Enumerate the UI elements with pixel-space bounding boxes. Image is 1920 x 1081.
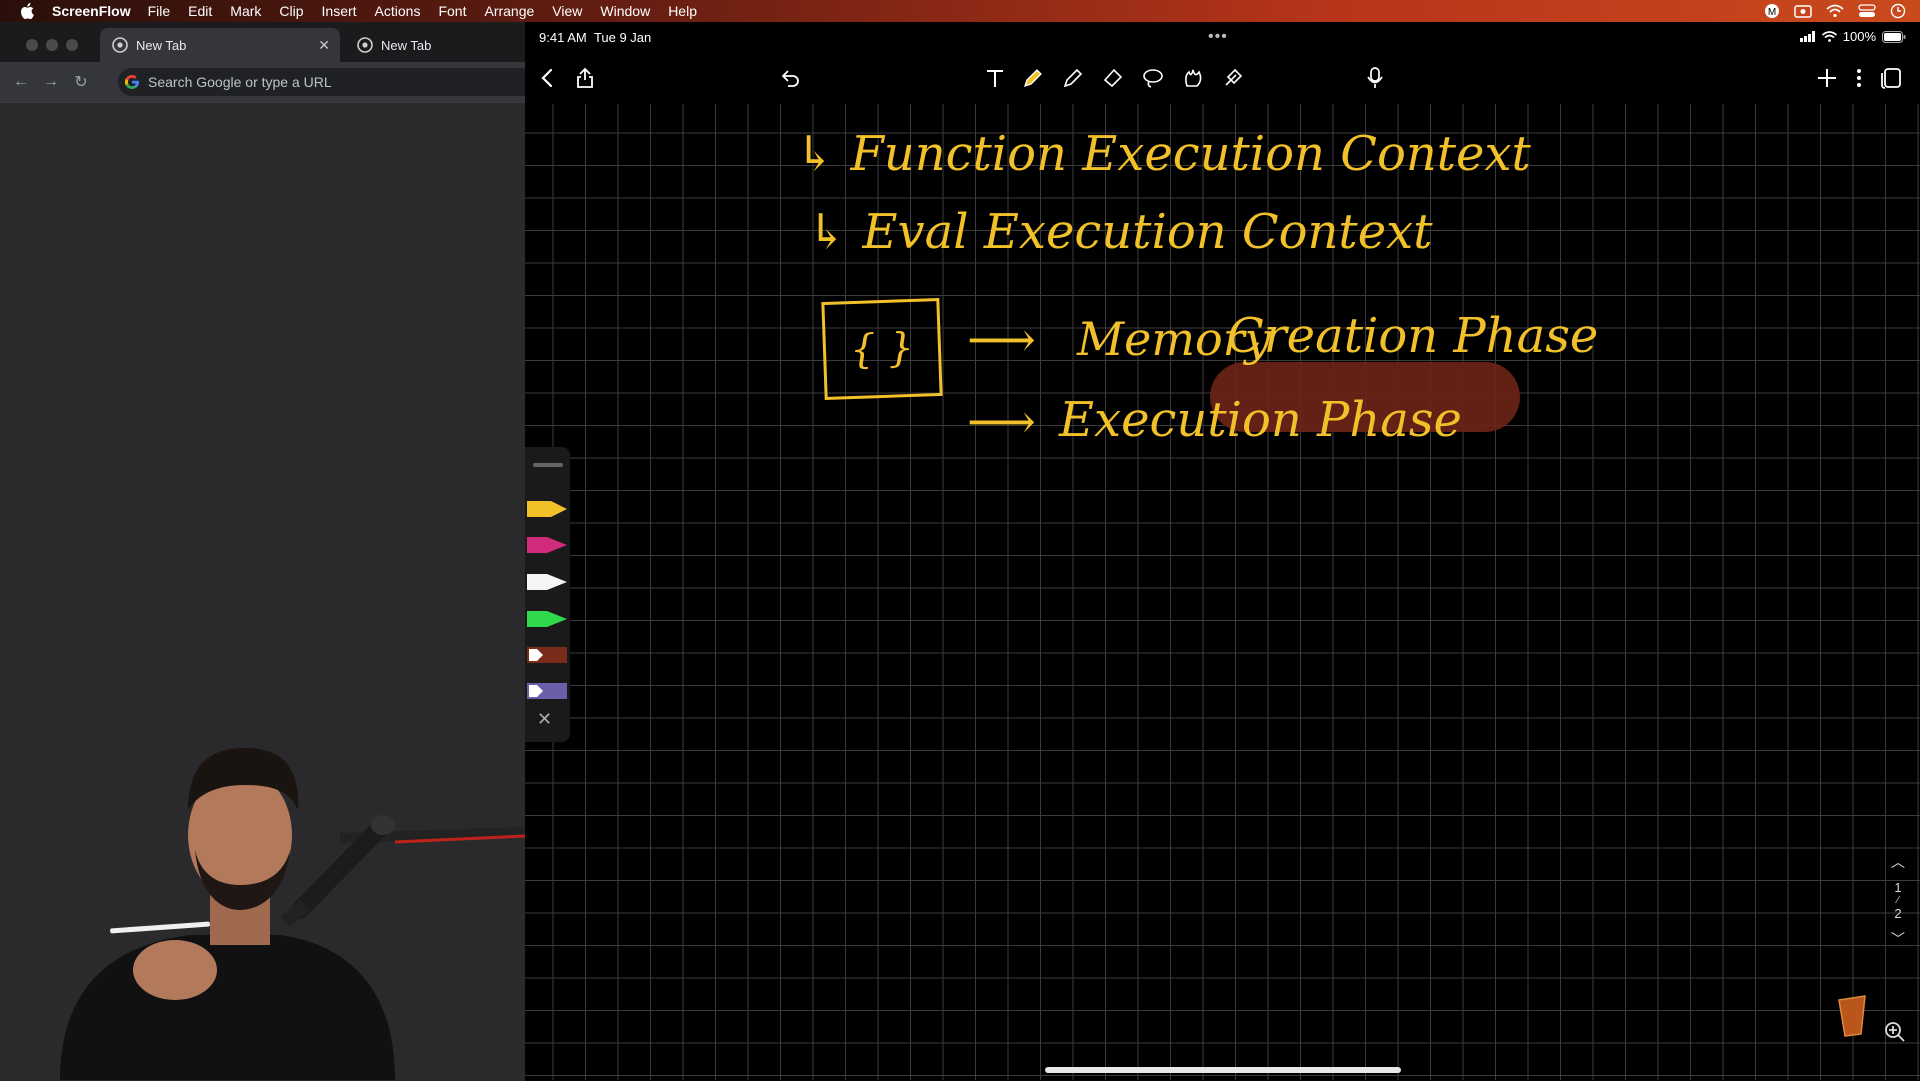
note-creation-phase: Creation Phase: [1227, 308, 1599, 364]
wifi-icon[interactable]: [1826, 4, 1844, 18]
clear-cup-icon[interactable]: [1835, 994, 1869, 1038]
back-icon[interactable]: [533, 64, 561, 92]
svg-text:M: M: [1768, 7, 1776, 18]
page-thumbnails-icon[interactable]: [1877, 64, 1905, 92]
battery-icon: [1882, 30, 1906, 43]
window-close-button[interactable]: [26, 39, 38, 51]
google-g-icon: [125, 75, 139, 89]
presenter-webcam-video: [60, 748, 525, 1080]
forward-arrow-icon[interactable]: →: [42, 73, 60, 91]
menu-mark[interactable]: Mark: [230, 3, 261, 19]
menu-font[interactable]: Font: [438, 3, 466, 19]
omnibox-placeholder: Search Google or type a URL: [148, 74, 332, 90]
highlighter-brown-icon[interactable]: [527, 645, 567, 665]
tab-label: New Tab: [136, 37, 187, 53]
reload-icon[interactable]: ↻: [72, 73, 90, 91]
microphone-icon[interactable]: [1361, 64, 1389, 92]
zoom-icon[interactable]: [1883, 1020, 1907, 1044]
control-center-icon[interactable]: [1858, 4, 1876, 18]
cellular-signal-icon: [1799, 31, 1815, 42]
ipad-status-bar: 9:41 AM Tue 9 Jan ••• 100%: [525, 22, 1920, 52]
tab-label: New Tab: [381, 37, 432, 53]
window-minimize-button[interactable]: [46, 39, 58, 51]
pen-yellow-icon[interactable]: [527, 499, 567, 519]
note-line-eval-execution-context: ↳ Eval Execution Context: [807, 204, 1433, 260]
pen-tool-icon[interactable]: [1019, 64, 1047, 92]
page-navigator: ︿ 1 ⁄ 2 ﹀: [1886, 852, 1910, 949]
page-up-icon[interactable]: ︿: [1886, 852, 1910, 872]
menu-help[interactable]: Help: [668, 3, 697, 19]
close-palette-icon[interactable]: ✕: [537, 709, 552, 730]
share-icon[interactable]: [571, 64, 599, 92]
apple-menu-icon[interactable]: [16, 0, 38, 22]
menu-insert[interactable]: Insert: [322, 3, 357, 19]
page-separator: ⁄: [1897, 895, 1899, 906]
screen-record-icon[interactable]: [1794, 4, 1812, 18]
tab-close-icon[interactable]: ✕: [318, 37, 330, 54]
pen-magenta-icon[interactable]: [527, 535, 567, 555]
note-arrow-1: ⟶: [967, 312, 1036, 368]
menu-clip[interactable]: Clip: [279, 3, 303, 19]
more-options-icon[interactable]: [1845, 64, 1873, 92]
text-tool-icon[interactable]: [981, 64, 1009, 92]
note-braces-box: { }: [821, 297, 943, 401]
note-arrow-2: ⟶: [967, 394, 1036, 450]
ipad-status-right: 100%: [1799, 29, 1906, 44]
total-pages-number: 2: [1894, 906, 1902, 921]
shapes-tool-icon[interactable]: [1179, 64, 1207, 92]
note-line-function-execution-context: ↳ Function Execution Context: [795, 126, 1531, 182]
lasso-tool-icon[interactable]: [1139, 64, 1167, 92]
clock-icon[interactable]: [1890, 3, 1906, 19]
menu-edit[interactable]: Edit: [188, 3, 212, 19]
m-app-icon[interactable]: M: [1764, 3, 1780, 19]
ipad-notes-app: 9:41 AM Tue 9 Jan ••• 100% ↳ Function Ex…: [525, 22, 1920, 1080]
chrome-favicon-icon: [357, 37, 373, 53]
battery-percent: 100%: [1842, 29, 1876, 44]
highlighter-tool-icon[interactable]: [1059, 64, 1087, 92]
undo-icon[interactable]: [776, 64, 804, 92]
menu-arrange[interactable]: Arrange: [484, 3, 534, 19]
palette-drag-handle[interactable]: [533, 463, 563, 467]
pen-green-icon[interactable]: [527, 609, 567, 629]
multitask-dots-icon[interactable]: •••: [1208, 28, 1228, 46]
highlighter-purple-icon[interactable]: [527, 681, 567, 701]
menu-view[interactable]: View: [552, 3, 582, 19]
current-page-number: 1: [1894, 880, 1902, 895]
mac-menu-bar: ScreenFlow File Edit Mark Clip Insert Ac…: [0, 0, 1920, 22]
note-execution-phase: Execution Phase: [1059, 392, 1462, 448]
app-name-menu[interactable]: ScreenFlow: [52, 3, 131, 19]
add-page-icon[interactable]: [1813, 64, 1841, 92]
menu-window[interactable]: Window: [600, 3, 650, 19]
tab-new-tab-1[interactable]: New Tab ✕: [100, 28, 340, 62]
notes-canvas[interactable]: ↳ Function Execution Context ↳ Eval Exec…: [525, 104, 1920, 1080]
tab-new-tab-2[interactable]: New Tab: [345, 28, 525, 62]
hand-tool-icon[interactable]: [1219, 64, 1247, 92]
page-down-icon[interactable]: ﹀: [1886, 929, 1910, 949]
menu-bar-status-area: M: [1764, 0, 1906, 22]
chrome-favicon-icon: [112, 37, 128, 53]
tab-strip: New Tab ✕ New Tab: [0, 22, 525, 62]
menu-actions[interactable]: Actions: [375, 3, 421, 19]
home-indicator[interactable]: [1045, 1067, 1401, 1073]
menu-file[interactable]: File: [148, 3, 171, 19]
eraser-tool-icon[interactable]: [1099, 64, 1127, 92]
pen-white-icon[interactable]: [527, 572, 567, 592]
wifi-icon: [1821, 31, 1837, 42]
window-zoom-button[interactable]: [66, 39, 78, 51]
omnibox[interactable]: Search Google or type a URL: [118, 68, 525, 96]
browser-toolbar: ← → ↻ Search Google or type a URL: [0, 62, 525, 102]
ipad-time: 9:41 AM Tue 9 Jan: [539, 30, 652, 45]
back-arrow-icon[interactable]: ←: [12, 73, 30, 91]
notes-toolbar: [525, 52, 1920, 104]
pen-color-palette: ✕: [525, 447, 570, 742]
